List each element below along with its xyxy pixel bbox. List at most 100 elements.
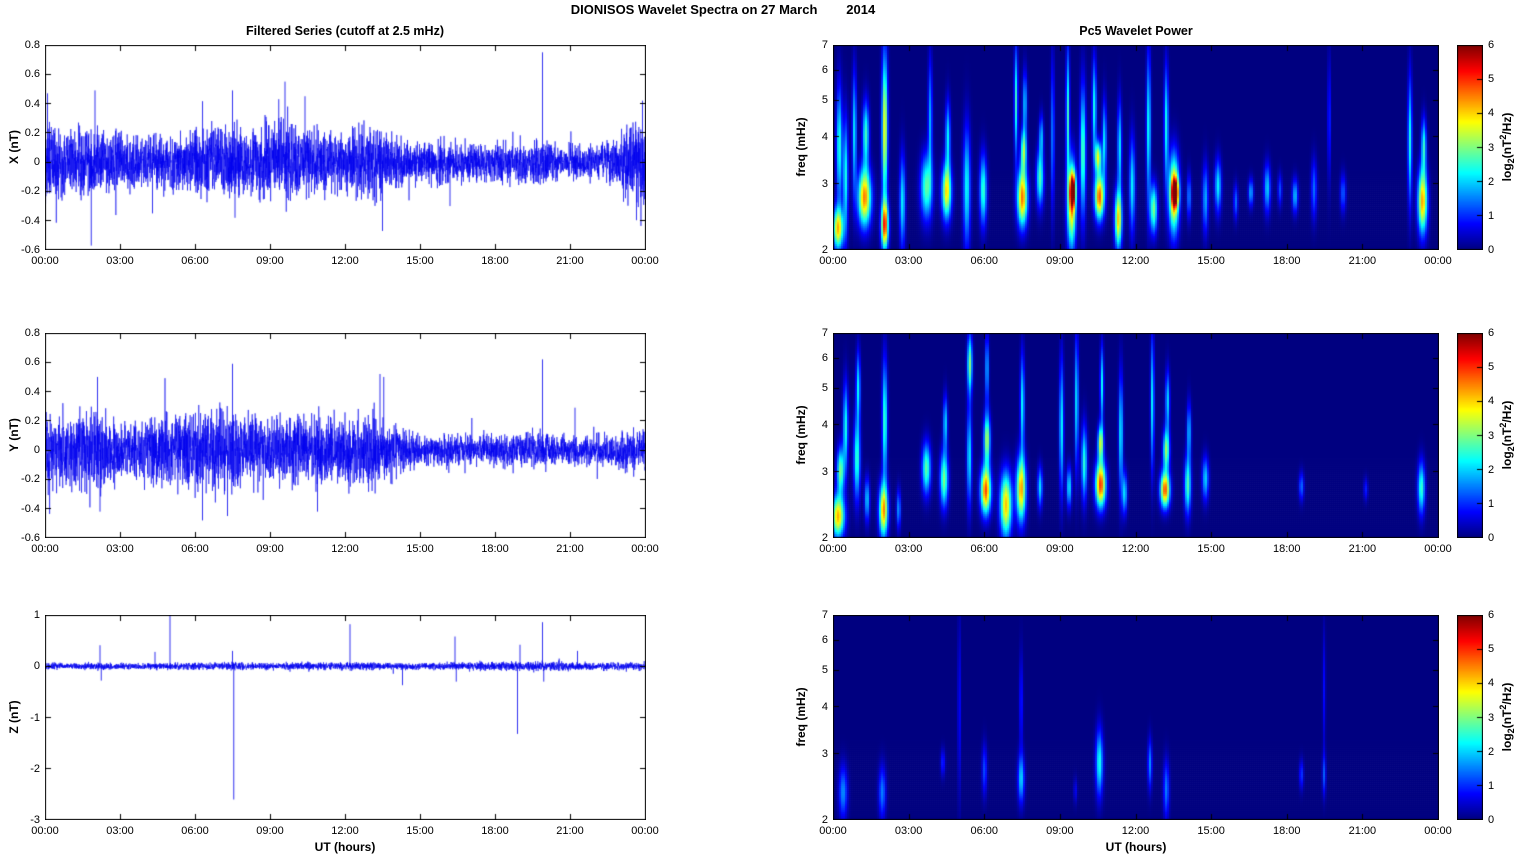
x-tick-label: 18:00 <box>481 825 509 837</box>
y-tick-label: 0 <box>33 444 40 457</box>
x-tick-label: 12:00 <box>1121 255 1150 267</box>
cb-label-sub: 2 <box>1506 728 1517 734</box>
x-tick-label: 03:00 <box>106 255 134 267</box>
cb-label-sup: 2 <box>1497 422 1508 428</box>
x-tick-label: 12:00 <box>1121 825 1150 837</box>
x-tick-label: 21:00 <box>1348 543 1377 555</box>
x-tick-label: 21:00 <box>556 825 584 837</box>
x-tick-label: 03:00 <box>894 543 923 555</box>
x-tick-label: 03:00 <box>894 825 923 837</box>
x-tick-label: 18:00 <box>1272 255 1301 267</box>
y-tick-label: -0.2 <box>21 473 40 486</box>
x-tick-label: 06:00 <box>970 255 999 267</box>
x-series-plot <box>45 45 646 250</box>
x-tick-label: 15:00 <box>406 825 434 837</box>
x-tick-label: 03:00 <box>106 543 134 555</box>
x-tick-label: 09:00 <box>256 255 284 267</box>
x-tick-label: 12:00 <box>331 543 359 555</box>
colorbar-tick-label: 0 <box>1488 244 1495 256</box>
x-tick-label: 09:00 <box>256 825 284 837</box>
ut-hours-label-left: UT (hours) <box>314 840 376 854</box>
y-tick-label: -1 <box>30 711 40 724</box>
x-wavelet-spectrogram <box>833 45 1439 250</box>
freq-tick-label: 3 <box>821 177 828 190</box>
x-tick-label: 09:00 <box>1046 825 1074 837</box>
x-tick-label: 21:00 <box>556 255 584 267</box>
cb-label-sub: 2 <box>1506 446 1517 452</box>
x-tick-label: 00:00 <box>819 543 847 555</box>
y-tick-label: 0.2 <box>24 126 40 139</box>
freq-tick-label: 4 <box>821 700 828 713</box>
x-tick-label: 00:00 <box>819 255 847 267</box>
wavelet-power-title: Pc5 Wavelet Power <box>1079 24 1193 38</box>
y-tick-label: -0.2 <box>21 185 40 198</box>
colorbar-tick-label: 2 <box>1488 463 1495 476</box>
freq-tick-label: 3 <box>821 747 828 760</box>
x-tick-label: 15:00 <box>1197 543 1225 555</box>
x-tick-label: 12:00 <box>331 825 359 837</box>
colorbar-tick-label: 5 <box>1488 361 1495 374</box>
ut-hours-label-right: UT (hours) <box>1105 840 1167 854</box>
freq-tick-label: 4 <box>821 130 828 143</box>
x-tick-label: 00:00 <box>31 825 59 837</box>
freq-ylabel-row1: freq (mHz) <box>794 117 808 177</box>
x-tick-label: 03:00 <box>106 825 134 837</box>
x-tick-label: 15:00 <box>1197 825 1225 837</box>
y-tick-label: -0.4 <box>21 502 40 515</box>
y-tick-label: 1 <box>33 609 40 621</box>
freq-tick-label: 5 <box>821 664 828 677</box>
colorbar-tick-label: 3 <box>1488 141 1495 154</box>
colorbar-tick-label: 1 <box>1488 779 1495 792</box>
y-tick-label: 0.6 <box>24 68 40 81</box>
figure-title: DIONISOS Wavelet Spectra on 27 March 201… <box>570 2 876 17</box>
x-tick-label: 12:00 <box>1121 543 1150 555</box>
freq-tick-label: 3 <box>821 465 828 478</box>
colorbar-tick-label: 2 <box>1488 745 1495 758</box>
colorbar-tick-label: 2 <box>1488 175 1495 188</box>
freq-tick-label: 4 <box>821 418 828 431</box>
x-tick-label: 00:00 <box>1424 255 1452 267</box>
colorbar-tick-label: 5 <box>1488 73 1495 86</box>
y-tick-label: 0.6 <box>24 356 40 369</box>
x-tick-label: 00:00 <box>631 825 659 837</box>
figure: DIONISOS Wavelet Spectra on 27 March 201… <box>0 0 1521 854</box>
cb-label-sup: 2 <box>1497 134 1508 140</box>
freq-tick-label: 7 <box>821 609 828 621</box>
y-wavelet-spectrogram <box>833 333 1439 538</box>
colorbar-tick-label: 6 <box>1488 39 1495 51</box>
z-wavelet-spectrogram <box>833 615 1439 820</box>
x-tick-label: 21:00 <box>1348 255 1377 267</box>
x-tick-label: 00:00 <box>31 543 59 555</box>
colorbar-row2 <box>1457 333 1483 538</box>
freq-tick-label: 6 <box>821 64 828 77</box>
y-tick-label: 0 <box>33 156 40 169</box>
x-tick-label: 21:00 <box>1348 825 1377 837</box>
y-tick-label: -0.4 <box>21 214 40 227</box>
x-tick-label: 18:00 <box>481 543 509 555</box>
x-tick-label: 18:00 <box>481 255 509 267</box>
y-tick-label: 0.2 <box>24 414 40 427</box>
colorbar-tick-label: 4 <box>1488 395 1495 408</box>
colorbar-tick-label: 3 <box>1488 711 1495 724</box>
freq-tick-label: 5 <box>821 382 828 395</box>
x-tick-label: 06:00 <box>181 825 209 837</box>
colorbar-tick-label: 6 <box>1488 327 1495 339</box>
y-tick-label: 0.4 <box>24 385 40 398</box>
freq-tick-label: 6 <box>821 634 828 647</box>
x-tick-label: 06:00 <box>181 543 209 555</box>
x-tick-label: 00:00 <box>631 255 659 267</box>
colorbar-tick-label: 4 <box>1488 107 1495 120</box>
x-tick-label: 00:00 <box>31 255 59 267</box>
x-tick-label: 09:00 <box>1046 255 1074 267</box>
x-tick-label: 00:00 <box>1424 825 1452 837</box>
freq-tick-label: 5 <box>821 94 828 107</box>
colorbar-tick-label: 0 <box>1488 814 1495 826</box>
x-tick-label: 06:00 <box>181 255 209 267</box>
z-series-plot <box>45 615 646 820</box>
x-tick-label: 21:00 <box>556 543 584 555</box>
y-tick-label: 0 <box>33 660 40 673</box>
freq-tick-label: 7 <box>821 39 828 51</box>
filtered-series-title: Filtered Series (cutoff at 2.5 mHz) <box>246 24 444 38</box>
y-tick-label: -2 <box>30 762 40 775</box>
x-tick-label: 15:00 <box>1197 255 1225 267</box>
